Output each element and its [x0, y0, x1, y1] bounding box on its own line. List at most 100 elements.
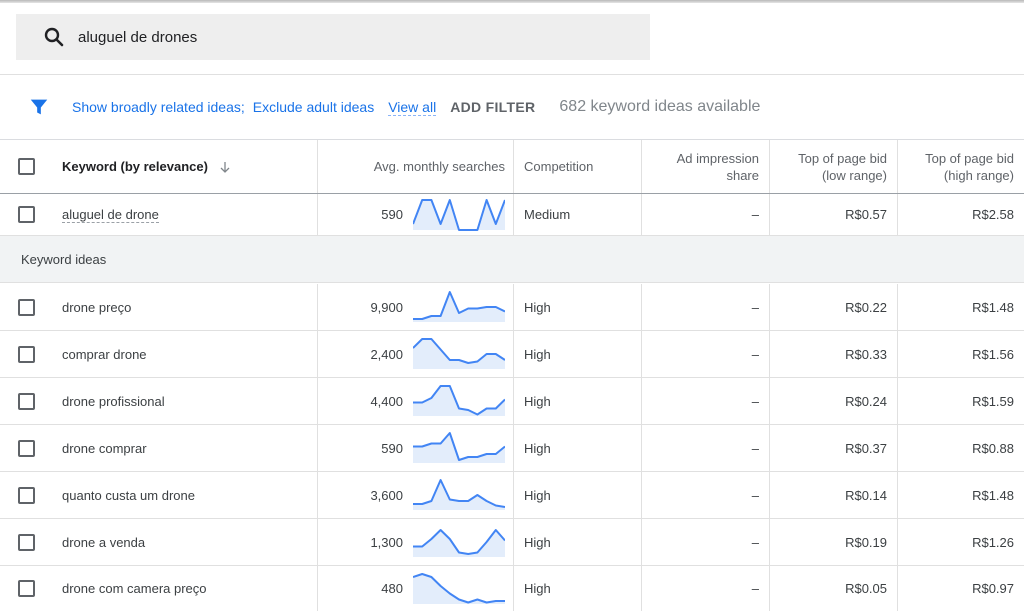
header-bid-high[interactable]: Top of page bid (high range) [898, 140, 1024, 193]
sparkline-area [413, 199, 505, 230]
view-all-link[interactable]: View all [388, 99, 437, 116]
row-checkbox[interactable] [17, 580, 35, 597]
filter-chip-broad[interactable]: Show broadly related ideas; [72, 99, 245, 115]
keyword-cell: drone comprar [52, 425, 318, 471]
keyword-text[interactable]: drone profissional [62, 394, 165, 409]
top-edge [0, 0, 1024, 3]
avg-searches-cell: 9,900 [318, 284, 514, 330]
table-row: drone profissional 4,400 High – R$0.24 R… [0, 378, 1024, 425]
header-bid-low[interactable]: Top of page bid (low range) [770, 140, 898, 193]
bid-low-value: R$0.57 [845, 207, 887, 222]
bid-high-cell: R$1.59 [898, 378, 1024, 424]
table-row: drone a venda 1,300 High – R$0.19 R$1.26 [0, 519, 1024, 566]
filter-icon[interactable] [28, 96, 50, 118]
trend-sparkline[interactable] [413, 477, 505, 513]
competition-cell: High [514, 425, 642, 471]
bid-high-value: R$2.58 [972, 207, 1014, 222]
keyword-text[interactable]: drone com camera preço [62, 581, 207, 596]
bid-low-value: R$0.33 [845, 346, 887, 362]
impression-cell: – [642, 284, 770, 330]
table-row: drone preço 9,900 High – R$0.22 R$1.48 [0, 284, 1024, 331]
keyword-text[interactable]: drone comprar [62, 441, 147, 456]
trend-sparkline[interactable] [413, 289, 505, 325]
competition-value: High [524, 440, 551, 456]
avg-searches-value: 590 [381, 207, 403, 222]
row-checkbox[interactable] [17, 486, 35, 504]
keyword-text[interactable]: drone a venda [62, 535, 145, 550]
row-checkbox-cell [0, 519, 52, 565]
trend-sparkline[interactable] [413, 524, 505, 560]
row-checkbox[interactable] [17, 298, 35, 316]
trend-sparkline[interactable] [413, 383, 505, 419]
impression-cell: – [642, 472, 770, 518]
header-impression-share[interactable]: Ad impression share [642, 140, 770, 193]
header-bid-high-line2: (high range) [943, 167, 1014, 183]
trend-sparkline[interactable] [413, 571, 505, 607]
table-row: drone com camera preço 480 High – R$0.05… [0, 566, 1024, 611]
row-checkbox[interactable] [17, 439, 35, 457]
impression-value: – [751, 207, 759, 222]
keyword-cell: drone profissional [52, 378, 318, 424]
header-impression-line2: share [726, 167, 759, 183]
impression-cell: – [642, 519, 770, 565]
header-bid-high-line1: Top of page bid [925, 150, 1014, 166]
bid-high-cell: R$1.48 [898, 284, 1024, 330]
competition-value: High [524, 393, 551, 409]
row-checkbox[interactable] [17, 392, 35, 410]
filter-chip-adult[interactable]: Exclude adult ideas [253, 99, 374, 115]
competition-cell: High [514, 331, 642, 377]
filter-bar: Show broadly related ideas; Exclude adul… [0, 75, 1024, 139]
header-bid-low-line2: (low range) [821, 167, 887, 183]
bid-high-cell: R$0.88 [898, 425, 1024, 471]
competition-cell: High [514, 472, 642, 518]
sparkline-area [413, 480, 505, 510]
select-all-checkbox[interactable] [17, 158, 35, 175]
impression-value: – [751, 299, 759, 315]
row-checkbox[interactable] [17, 533, 35, 551]
table-row: comprar drone 2,400 High – R$0.33 R$1.56 [0, 331, 1024, 378]
keyword-cell: drone com camera preço [52, 566, 318, 611]
bid-high-value: R$1.48 [972, 299, 1014, 315]
keyword-text[interactable]: comprar drone [62, 347, 147, 362]
trend-sparkline[interactable] [413, 430, 505, 466]
bid-low-cell: R$0.19 [770, 519, 898, 565]
impression-cell: – [642, 566, 770, 611]
keyword-text[interactable]: aluguel de drone [62, 207, 159, 223]
header-competition-label: Competition [524, 159, 594, 174]
avg-searches-cell: 590 [318, 194, 514, 235]
row-checkbox[interactable] [17, 345, 35, 363]
bid-high-cell: R$1.26 [898, 519, 1024, 565]
avg-searches-cell: 1,300 [318, 519, 514, 565]
header-competition[interactable]: Competition [514, 140, 642, 193]
competition-cell: High [514, 519, 642, 565]
header-keyword[interactable]: Keyword (by relevance) [52, 140, 318, 193]
add-filter-button[interactable]: ADD FILTER [450, 99, 535, 115]
arrow-down-icon[interactable] [218, 160, 232, 174]
avg-searches-value: 9,900 [370, 299, 403, 315]
bid-high-cell: R$2.58 [898, 194, 1024, 235]
impression-cell: – [642, 194, 770, 235]
search-input[interactable] [78, 28, 598, 46]
section-label: Keyword ideas [21, 251, 107, 267]
competition-value: High [524, 487, 551, 503]
bid-high-value: R$0.88 [972, 440, 1014, 456]
keyword-text[interactable]: quanto custa um drone [62, 488, 195, 503]
row-checkbox[interactable] [17, 206, 35, 223]
table-row-exact: aluguel de drone 590 Medium – R$0.57 R$2… [0, 194, 1024, 236]
impression-cell: – [642, 331, 770, 377]
avg-searches-value: 1,300 [370, 534, 403, 550]
search-bar[interactable] [16, 14, 650, 60]
trend-sparkline[interactable] [413, 336, 505, 372]
bid-high-cell: R$1.56 [898, 331, 1024, 377]
bid-low-cell: R$0.33 [770, 331, 898, 377]
avg-searches-cell: 3,600 [318, 472, 514, 518]
header-avg-searches[interactable]: Avg. monthly searches [318, 140, 514, 193]
impression-cell: – [642, 378, 770, 424]
search-icon[interactable] [42, 25, 66, 49]
trend-sparkline[interactable] [413, 197, 505, 233]
bid-high-value: R$1.59 [972, 393, 1014, 409]
impression-value: – [751, 346, 759, 362]
keyword-cell: aluguel de drone [52, 194, 318, 235]
keyword-text[interactable]: drone preço [62, 300, 131, 315]
avg-searches-value: 3,600 [370, 487, 403, 503]
